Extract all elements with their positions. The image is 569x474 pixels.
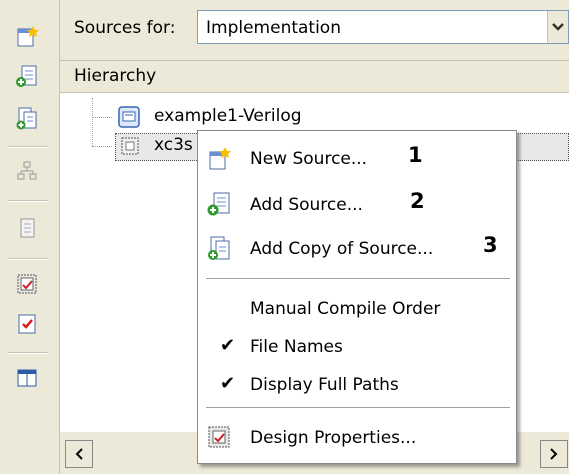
menu-item-file-names[interactable]: ✔ File Names [198, 327, 516, 367]
menu-separator [206, 278, 510, 279]
menu-item-number: 1 [408, 143, 423, 167]
menu-item-display-full-paths[interactable]: ✔ Display Full Paths [198, 365, 516, 405]
checkmark-icon: ✔ [220, 335, 236, 356]
new-source-icon[interactable] [13, 22, 41, 50]
design-properties-icon[interactable] [13, 270, 41, 298]
sources-dropdown-value: Implementation [206, 18, 341, 38]
menu-item-label: Add Source... [250, 195, 363, 215]
window-layout-icon[interactable] [13, 364, 41, 392]
scroll-left-button[interactable] [65, 440, 93, 468]
menu-item-label: File Names [250, 337, 343, 357]
menu-item-number: 2 [410, 189, 425, 213]
toolbar-separator [8, 352, 48, 354]
context-menu: New Source... 1 Add Source... 2 Add Copy… [197, 130, 517, 464]
add-copy-source-icon[interactable] [13, 104, 41, 132]
menu-item-label: New Source... [250, 149, 368, 169]
scroll-right-button[interactable] [540, 440, 568, 468]
menu-item-label: Add Copy of Source... [250, 239, 434, 259]
check-document-icon[interactable] [13, 310, 41, 338]
left-toolbar [0, 0, 60, 474]
toolbar-separator [8, 146, 48, 148]
menu-item-label: Display Full Paths [250, 375, 399, 395]
menu-item-design-properties[interactable]: Design Properties... [198, 418, 516, 458]
menu-item-add-copy-of-source[interactable]: Add Copy of Source... 3 [198, 229, 516, 269]
menu-item-label: Design Properties... [250, 428, 417, 448]
chevron-down-icon[interactable] [547, 11, 568, 43]
add-copy-source-icon [206, 235, 232, 261]
menu-item-number: 3 [483, 233, 498, 257]
menu-item-label: Manual Compile Order [250, 299, 441, 319]
chip-icon [118, 134, 142, 158]
toolbar-separator [8, 258, 48, 260]
sources-for-label: Sources for: [74, 18, 176, 38]
toolbar-separator [8, 200, 48, 202]
design-properties-icon [206, 424, 232, 450]
checkmark-icon: ✔ [220, 373, 236, 394]
tree-connector [92, 146, 112, 147]
menu-separator [206, 407, 510, 408]
menu-item-manual-compile-order[interactable]: Manual Compile Order [198, 289, 516, 329]
hierarchy-title: Hierarchy [74, 66, 157, 86]
tree-connector [92, 117, 112, 118]
add-source-icon[interactable] [13, 62, 41, 90]
tree-item-device[interactable]: xc3s [154, 135, 193, 155]
menu-item-new-source[interactable]: New Source... 1 [198, 139, 516, 179]
remove-source-icon[interactable] [13, 214, 41, 242]
tree-item-example1-verilog[interactable]: example1-Verilog [154, 106, 302, 126]
add-source-icon [206, 191, 232, 217]
sources-dropdown[interactable]: Implementation [197, 10, 569, 44]
hierarchy-icon[interactable] [13, 157, 41, 185]
menu-item-add-source[interactable]: Add Source... 2 [198, 185, 516, 225]
new-source-icon [206, 145, 232, 171]
project-icon [116, 104, 142, 130]
tree-connector [92, 98, 93, 146]
